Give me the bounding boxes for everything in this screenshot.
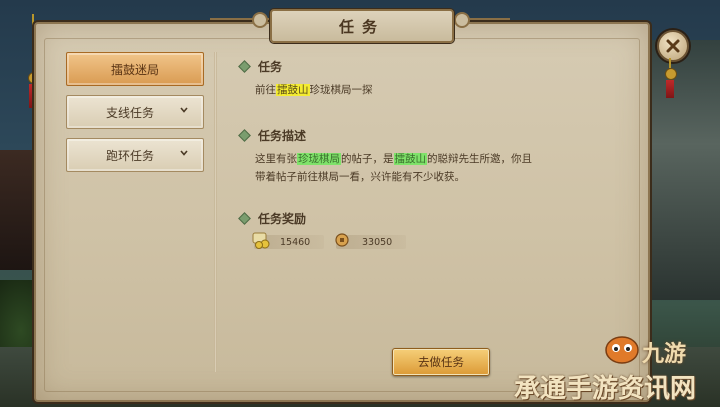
mascot-logo-icon (605, 336, 639, 364)
description-item-link[interactable]: 珍珑棋局 (297, 153, 341, 165)
panel-divider (214, 52, 217, 372)
rewards-list: 15460 33050 (252, 232, 620, 249)
background-building-right (640, 40, 720, 300)
reward-exp[interactable]: 15460 (252, 232, 324, 249)
diamond-bullet-icon (238, 212, 251, 225)
description-text: 这里有张珍珑棋局的帖子，是擂鼓山的聪辩先生所邀，你且 带着帖子前往棋局一看，兴许… (255, 153, 532, 183)
quest-category-sidebar: 擂鼓迷局 支线任务 跑环任务 (66, 52, 204, 181)
watermark-brand: 九游 (642, 342, 687, 367)
quest-details: 任务 前往擂鼓山珍珑棋局一探 任务描述 这里有张珍珑棋局的帖子，是擂鼓山的聪辩先… (238, 58, 620, 249)
sidebar-item-label: 跑环任务 (105, 148, 154, 163)
panel-title-tab: 任务 (270, 9, 454, 43)
watermark-text: 承通手游资讯网 (514, 374, 697, 404)
objective-heading: 任务 (238, 58, 620, 75)
sidebar-item-main-quest[interactable]: 擂鼓迷局 (66, 52, 204, 86)
sidebar-item-side-quests[interactable]: 支线任务 (66, 95, 204, 129)
close-icon (666, 39, 680, 53)
tassel-right-decoration (665, 58, 677, 98)
reward-coin[interactable]: 33050 (335, 233, 406, 249)
reward-exp-value: 15460 (280, 236, 311, 248)
sidebar-item-label: 支线任务 (105, 105, 154, 120)
diamond-bullet-icon (238, 60, 251, 73)
objective-text: 前往擂鼓山珍珑棋局一探 (255, 84, 373, 96)
watermark: 九游 承通手游资讯网 (514, 334, 714, 404)
title-knot-right (454, 12, 470, 28)
sidebar-item-label: 擂鼓迷局 (110, 62, 159, 77)
diamond-bullet-icon (238, 129, 251, 142)
reward-coin-value: 33050 (362, 236, 393, 248)
sidebar-item-loop-quests[interactable]: 跑环任务 (66, 138, 204, 172)
panel-title: 任务 (338, 17, 385, 36)
copper-coin-icon (335, 233, 349, 247)
exp-scroll-icon (252, 232, 270, 249)
title-knot-left (252, 12, 268, 28)
description-heading: 任务描述 (238, 127, 620, 144)
chevron-down-icon (180, 107, 188, 113)
rewards-heading: 任务奖励 (238, 210, 620, 227)
go-to-quest-button[interactable]: 去做任务 (392, 348, 490, 376)
objective-location-link[interactable]: 擂鼓山 (276, 84, 310, 96)
description-npc-link[interactable]: 擂鼓山 (393, 153, 427, 165)
chevron-down-icon (180, 150, 188, 156)
